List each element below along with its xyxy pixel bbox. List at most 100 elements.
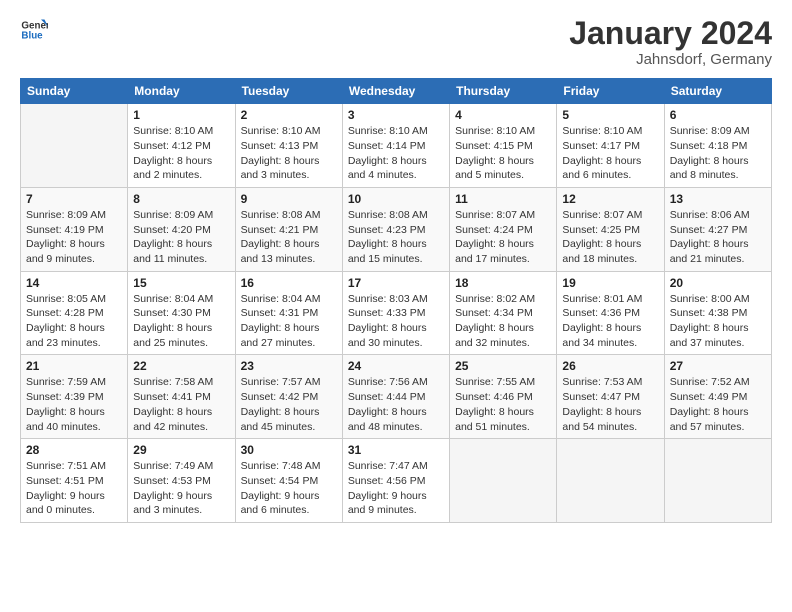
calendar-cell: 20 Sunrise: 8:00 AM Sunset: 4:38 PM Dayli… xyxy=(664,271,771,355)
day-number: 30 xyxy=(241,443,337,457)
day-number: 22 xyxy=(133,359,229,373)
day-info: Sunrise: 8:04 AM Sunset: 4:31 PM Dayligh… xyxy=(241,292,337,351)
day-info: Sunrise: 7:58 AM Sunset: 4:41 PM Dayligh… xyxy=(133,375,229,434)
page-title: January 2024 xyxy=(569,16,772,51)
day-of-week-header: Sunday xyxy=(21,79,128,104)
calendar-cell: 5 Sunrise: 8:10 AM Sunset: 4:17 PM Daylig… xyxy=(557,104,664,188)
day-info: Sunrise: 8:00 AM Sunset: 4:38 PM Dayligh… xyxy=(670,292,766,351)
calendar-cell: 14 Sunrise: 8:05 AM Sunset: 4:28 PM Dayli… xyxy=(21,271,128,355)
day-number: 15 xyxy=(133,276,229,290)
day-number: 7 xyxy=(26,192,122,206)
day-number: 18 xyxy=(455,276,551,290)
day-number: 10 xyxy=(348,192,444,206)
day-number: 12 xyxy=(562,192,658,206)
logo-icon: General Blue xyxy=(20,16,48,44)
day-of-week-header: Thursday xyxy=(450,79,557,104)
day-info: Sunrise: 7:59 AM Sunset: 4:39 PM Dayligh… xyxy=(26,375,122,434)
day-number: 13 xyxy=(670,192,766,206)
day-info: Sunrise: 7:57 AM Sunset: 4:42 PM Dayligh… xyxy=(241,375,337,434)
svg-text:Blue: Blue xyxy=(21,30,43,41)
calendar-cell: 23 Sunrise: 7:57 AM Sunset: 4:42 PM Dayli… xyxy=(235,355,342,439)
calendar-cell: 31 Sunrise: 7:47 AM Sunset: 4:56 PM Dayli… xyxy=(342,439,449,523)
day-info: Sunrise: 7:56 AM Sunset: 4:44 PM Dayligh… xyxy=(348,375,444,434)
calendar-cell: 22 Sunrise: 7:58 AM Sunset: 4:41 PM Dayli… xyxy=(128,355,235,439)
calendar-cell: 27 Sunrise: 7:52 AM Sunset: 4:49 PM Dayli… xyxy=(664,355,771,439)
day-info: Sunrise: 7:47 AM Sunset: 4:56 PM Dayligh… xyxy=(348,459,444,518)
day-info: Sunrise: 8:01 AM Sunset: 4:36 PM Dayligh… xyxy=(562,292,658,351)
calendar-cell: 21 Sunrise: 7:59 AM Sunset: 4:39 PM Dayli… xyxy=(21,355,128,439)
day-number: 27 xyxy=(670,359,766,373)
day-info: Sunrise: 8:07 AM Sunset: 4:24 PM Dayligh… xyxy=(455,208,551,267)
day-number: 19 xyxy=(562,276,658,290)
day-number: 17 xyxy=(348,276,444,290)
day-of-week-header: Friday xyxy=(557,79,664,104)
calendar-cell: 30 Sunrise: 7:48 AM Sunset: 4:54 PM Dayli… xyxy=(235,439,342,523)
day-number: 20 xyxy=(670,276,766,290)
day-number: 2 xyxy=(241,108,337,122)
calendar-cell: 15 Sunrise: 8:04 AM Sunset: 4:30 PM Dayli… xyxy=(128,271,235,355)
calendar-cell: 25 Sunrise: 7:55 AM Sunset: 4:46 PM Dayli… xyxy=(450,355,557,439)
day-number: 21 xyxy=(26,359,122,373)
day-of-week-header: Tuesday xyxy=(235,79,342,104)
day-info: Sunrise: 7:48 AM Sunset: 4:54 PM Dayligh… xyxy=(241,459,337,518)
day-info: Sunrise: 8:10 AM Sunset: 4:12 PM Dayligh… xyxy=(133,124,229,183)
day-info: Sunrise: 7:51 AM Sunset: 4:51 PM Dayligh… xyxy=(26,459,122,518)
day-info: Sunrise: 8:04 AM Sunset: 4:30 PM Dayligh… xyxy=(133,292,229,351)
day-of-week-header: Saturday xyxy=(664,79,771,104)
calendar-cell xyxy=(21,104,128,188)
day-info: Sunrise: 8:08 AM Sunset: 4:23 PM Dayligh… xyxy=(348,208,444,267)
day-info: Sunrise: 7:52 AM Sunset: 4:49 PM Dayligh… xyxy=(670,375,766,434)
calendar-cell: 24Sunrise: 7:56 AM Sunset: 4:44 PM Dayli… xyxy=(342,355,449,439)
day-number: 9 xyxy=(241,192,337,206)
day-number: 23 xyxy=(241,359,337,373)
calendar-cell: 10 Sunrise: 8:08 AM Sunset: 4:23 PM Dayli… xyxy=(342,187,449,271)
calendar-cell: 3 Sunrise: 8:10 AM Sunset: 4:14 PM Daylig… xyxy=(342,104,449,188)
day-of-week-header: Wednesday xyxy=(342,79,449,104)
day-info: Sunrise: 8:08 AM Sunset: 4:21 PM Dayligh… xyxy=(241,208,337,267)
day-info: Sunrise: 8:10 AM Sunset: 4:14 PM Dayligh… xyxy=(348,124,444,183)
day-number: 25 xyxy=(455,359,551,373)
day-number: 4 xyxy=(455,108,551,122)
calendar-cell: 28 Sunrise: 7:51 AM Sunset: 4:51 PM Dayli… xyxy=(21,439,128,523)
day-info: Sunrise: 7:49 AM Sunset: 4:53 PM Dayligh… xyxy=(133,459,229,518)
day-info: Sunrise: 8:10 AM Sunset: 4:17 PM Dayligh… xyxy=(562,124,658,183)
day-info: Sunrise: 8:09 AM Sunset: 4:20 PM Dayligh… xyxy=(133,208,229,267)
day-number: 31 xyxy=(348,443,444,457)
day-number: 29 xyxy=(133,443,229,457)
day-info: Sunrise: 8:09 AM Sunset: 4:18 PM Dayligh… xyxy=(670,124,766,183)
calendar-cell: 12 Sunrise: 8:07 AM Sunset: 4:25 PM Dayli… xyxy=(557,187,664,271)
calendar-table: SundayMondayTuesdayWednesdayThursdayFrid… xyxy=(20,78,772,523)
day-number: 1 xyxy=(133,108,229,122)
day-info: Sunrise: 8:02 AM Sunset: 4:34 PM Dayligh… xyxy=(455,292,551,351)
day-info: Sunrise: 8:05 AM Sunset: 4:28 PM Dayligh… xyxy=(26,292,122,351)
calendar-cell xyxy=(664,439,771,523)
calendar-cell xyxy=(557,439,664,523)
calendar-cell: 11 Sunrise: 8:07 AM Sunset: 4:24 PM Dayli… xyxy=(450,187,557,271)
day-info: Sunrise: 8:09 AM Sunset: 4:19 PM Dayligh… xyxy=(26,208,122,267)
day-number: 11 xyxy=(455,192,551,206)
page-header: General Blue January 2024 Jahnsdorf, Ger… xyxy=(20,16,772,68)
calendar-cell: 1 Sunrise: 8:10 AM Sunset: 4:12 PM Daylig… xyxy=(128,104,235,188)
day-info: Sunrise: 7:55 AM Sunset: 4:46 PM Dayligh… xyxy=(455,375,551,434)
calendar-cell: 7 Sunrise: 8:09 AM Sunset: 4:19 PM Daylig… xyxy=(21,187,128,271)
day-number: 5 xyxy=(562,108,658,122)
day-number: 16 xyxy=(241,276,337,290)
day-of-week-header: Monday xyxy=(128,79,235,104)
day-info: Sunrise: 7:53 AM Sunset: 4:47 PM Dayligh… xyxy=(562,375,658,434)
calendar-cell: 26Sunrise: 7:53 AM Sunset: 4:47 PM Dayli… xyxy=(557,355,664,439)
calendar-cell: 16 Sunrise: 8:04 AM Sunset: 4:31 PM Dayli… xyxy=(235,271,342,355)
day-info: Sunrise: 8:10 AM Sunset: 4:13 PM Dayligh… xyxy=(241,124,337,183)
calendar-cell: 17 Sunrise: 8:03 AM Sunset: 4:33 PM Dayli… xyxy=(342,271,449,355)
calendar-cell: 2 Sunrise: 8:10 AM Sunset: 4:13 PM Daylig… xyxy=(235,104,342,188)
day-number: 8 xyxy=(133,192,229,206)
page-subtitle: Jahnsdorf, Germany xyxy=(569,51,772,68)
calendar-cell: 9 Sunrise: 8:08 AM Sunset: 4:21 PM Daylig… xyxy=(235,187,342,271)
day-info: Sunrise: 8:03 AM Sunset: 4:33 PM Dayligh… xyxy=(348,292,444,351)
day-number: 3 xyxy=(348,108,444,122)
calendar-cell xyxy=(450,439,557,523)
calendar-cell: 18 Sunrise: 8:02 AM Sunset: 4:34 PM Dayli… xyxy=(450,271,557,355)
day-info: Sunrise: 8:07 AM Sunset: 4:25 PM Dayligh… xyxy=(562,208,658,267)
calendar-cell: 13Sunrise: 8:06 AM Sunset: 4:27 PM Dayli… xyxy=(664,187,771,271)
day-number: 14 xyxy=(26,276,122,290)
day-number: 28 xyxy=(26,443,122,457)
